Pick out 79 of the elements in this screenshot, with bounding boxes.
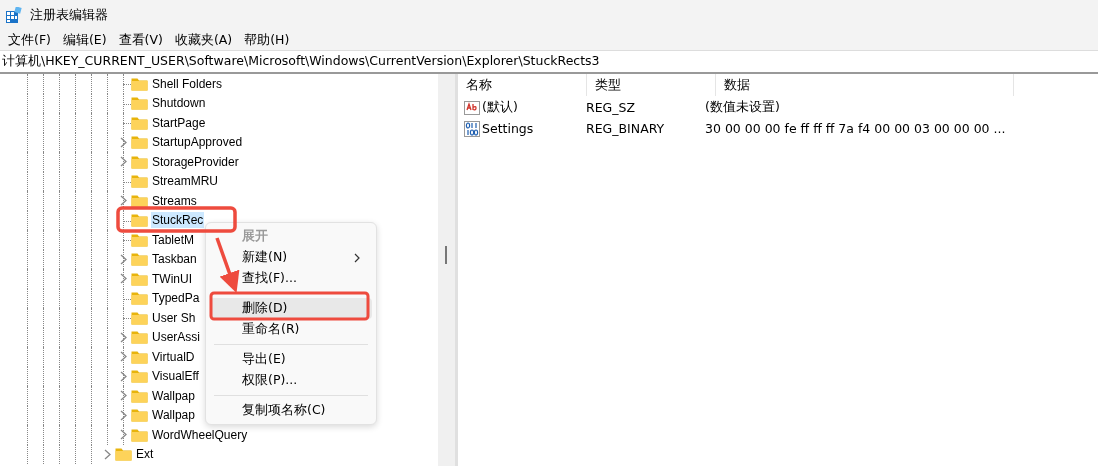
folder-icon	[131, 388, 148, 403]
tree-item[interactable]: VirtualD	[151, 348, 196, 365]
tree-item[interactable]: Shutdown	[151, 95, 207, 112]
chevron-icon[interactable]	[119, 195, 127, 207]
folder-icon	[131, 135, 148, 150]
value-name[interactable]: (默认)	[482, 99, 518, 116]
menu-item[interactable]: 查找(F)...	[210, 268, 372, 289]
menu-item[interactable]: 权限(P)...	[210, 370, 372, 391]
value-type: REG_BINARY	[585, 121, 666, 136]
chevron-icon[interactable]	[119, 331, 127, 343]
scrollbar[interactable]	[438, 74, 455, 466]
registry-editor-icon	[6, 7, 22, 23]
tree-item[interactable]: TypedPa	[151, 290, 201, 307]
column-header[interactable]: 名称	[458, 74, 587, 96]
tree-item[interactable]: StreamMRU	[151, 173, 219, 190]
folder-icon	[131, 174, 148, 189]
folder-icon	[115, 447, 132, 462]
menu-item[interactable]: 重命名(R)	[210, 319, 372, 340]
tree-item[interactable]: StorageProvider	[151, 153, 240, 170]
folder-icon	[131, 76, 148, 91]
tree-item[interactable]: Wallpap	[151, 387, 196, 404]
folder-icon	[131, 115, 148, 130]
tree-item[interactable]: Wallpap	[151, 407, 196, 424]
value-name[interactable]: Settings	[482, 121, 534, 136]
value-type: REG_SZ	[585, 100, 637, 115]
tree-item[interactable]: User Sh	[151, 309, 197, 326]
tree-item[interactable]: Streams	[151, 192, 198, 209]
chevron-icon[interactable]	[119, 429, 127, 441]
tree-item[interactable]: Ext	[135, 446, 155, 463]
folder-icon	[131, 96, 148, 111]
chevron-icon[interactable]	[119, 370, 127, 382]
tree-item[interactable]: StuckRec	[151, 212, 205, 229]
folder-icon	[131, 291, 148, 306]
folder-icon	[131, 193, 148, 208]
tree-item[interactable]: WordWheelQuery	[151, 426, 249, 443]
chevron-icon[interactable]	[103, 448, 111, 460]
folder-icon	[131, 271, 148, 286]
binary-value-icon	[464, 120, 480, 137]
menu-item[interactable]: 查看(V)	[112, 31, 169, 49]
chevron-icon[interactable]	[119, 136, 127, 148]
chevron-icon[interactable]	[119, 351, 127, 363]
folder-icon	[131, 232, 148, 247]
address-bar[interactable]: 计算机\HKEY_CURRENT_USER\Software\Microsoft\Windows\CurrentVersion\Explorer\StuckRects3	[2, 53, 600, 70]
chevron-icon[interactable]	[119, 156, 127, 168]
tree-item[interactable]: TWinUI	[151, 270, 193, 287]
tree-item[interactable]: VisualEff	[151, 368, 200, 385]
menu-item[interactable]: 收藏夹(A)	[168, 31, 239, 49]
chevron-icon[interactable]	[119, 273, 127, 285]
menu-item[interactable]: 编辑(E)	[56, 31, 113, 49]
tree-item[interactable]: StartPage	[151, 114, 207, 131]
folder-icon	[131, 349, 148, 364]
column-header[interactable]: 类型	[587, 74, 716, 96]
folder-icon	[131, 154, 148, 169]
tree-item[interactable]: Shell Folders	[151, 75, 224, 92]
folder-icon	[131, 408, 148, 423]
folder-icon	[131, 252, 148, 267]
tree-item[interactable]: UserAssi	[151, 329, 201, 346]
folder-icon	[131, 213, 148, 228]
string-value-icon	[464, 99, 480, 116]
folder-icon	[131, 369, 148, 384]
chevron-icon[interactable]	[119, 253, 127, 265]
column-header[interactable]: 数据	[716, 74, 1014, 96]
folder-icon	[131, 330, 148, 345]
chevron-icon[interactable]	[119, 409, 127, 421]
menu-item[interactable]: 帮助(H)	[238, 31, 296, 49]
value-data: (数值未设置)	[704, 99, 780, 116]
window-title: 注册表编辑器	[30, 6, 108, 24]
value-data: 30 00 00 00 fe ff ff ff 7a f4 00 00 03 00 00 00 ...	[704, 121, 1006, 136]
annotation-arrow	[215, 237, 240, 293]
folder-icon	[131, 310, 148, 325]
tree-item[interactable]: StartupApproved	[151, 134, 244, 151]
menu-item[interactable]: 文件(F)	[2, 31, 57, 49]
menu-item[interactable]: 新建(N)	[210, 247, 372, 268]
chevron-icon[interactable]	[119, 390, 127, 402]
tree-item[interactable]: Taskban	[151, 251, 198, 268]
menu-item[interactable]: 导出(E)	[210, 349, 372, 370]
menu-item[interactable]: 复制项名称(C)	[210, 400, 372, 421]
tree-item[interactable]: TabletM	[151, 231, 196, 248]
folder-icon	[131, 427, 148, 442]
